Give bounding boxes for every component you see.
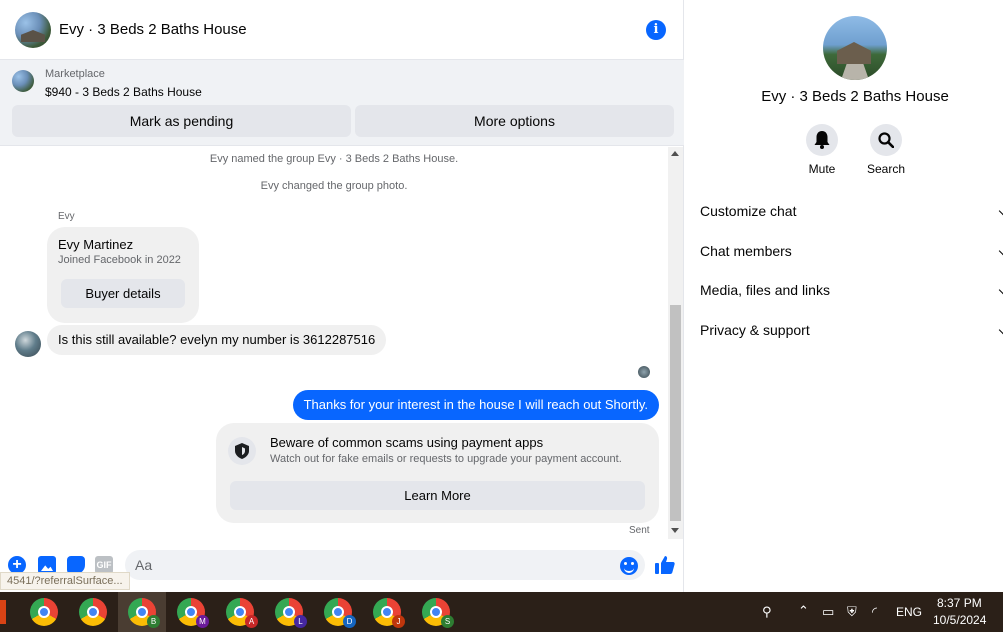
row-label: Customize chat: [700, 203, 797, 219]
system-message: Evy named the group Evy · 3 Beds 2 Baths…: [209, 153, 459, 165]
mute-button[interactable]: Mute: [792, 124, 852, 176]
search-label: Search: [866, 162, 906, 176]
media-files-links-row[interactable]: Media, files and links: [700, 278, 1003, 302]
chrome-profile-icon[interactable]: B: [128, 598, 160, 628]
profile-name: Evy Martinez: [58, 237, 134, 252]
chat-info-pane: Evy · 3 Beds 2 Baths House Mute Search C…: [685, 0, 1003, 592]
listing-thumbnail[interactable]: [12, 70, 34, 92]
chrome-icon[interactable]: [30, 598, 58, 626]
mute-label: Mute: [808, 162, 836, 176]
listing-title[interactable]: $940 - 3 Beds 2 Baths House: [45, 85, 202, 99]
search-icon: [870, 124, 902, 156]
status-url-hint: 4541/?referralSurface...: [0, 572, 130, 590]
profile-badge: L: [294, 615, 307, 628]
more-options-button[interactable]: More options: [355, 105, 674, 137]
chrome-profile-icon[interactable]: M: [177, 598, 209, 628]
info-icon[interactable]: i: [646, 20, 666, 40]
profile-badge: A: [245, 615, 258, 628]
chat-members-row[interactable]: Chat members: [700, 239, 1003, 263]
chat-pane: Evy · 3 Beds 2 Baths House i Marketplace…: [0, 0, 684, 592]
incoming-message[interactable]: Is this still available? evelyn my numbe…: [47, 325, 387, 355]
row-label: Privacy & support: [700, 322, 810, 338]
profile-badge: M: [196, 615, 209, 628]
message-input[interactable]: [125, 550, 645, 580]
sender-avatar[interactable]: [15, 331, 41, 357]
people-icon[interactable]: ⚲: [762, 604, 772, 620]
search-button[interactable]: Search: [856, 124, 916, 176]
seen-avatar: [638, 366, 650, 378]
mark-as-pending-button[interactable]: Mark as pending: [12, 105, 351, 137]
bell-icon: [806, 124, 838, 156]
learn-more-button[interactable]: Learn More: [230, 481, 645, 510]
outgoing-message[interactable]: Thanks for your interest in the house I …: [292, 390, 659, 420]
profile-badge: J: [392, 615, 405, 628]
language-indicator[interactable]: ENG: [896, 605, 922, 619]
marketplace-listing-bar: Marketplace $940 - 3 Beds 2 Baths House …: [0, 60, 684, 146]
privacy-support-row[interactable]: Privacy & support: [700, 318, 1003, 342]
buyer-details-button[interactable]: Buyer details: [61, 279, 185, 308]
chrome-profile-icon[interactable]: [79, 598, 107, 626]
thumbs-up-icon[interactable]: [655, 555, 675, 575]
chevron-down-icon: [998, 325, 1003, 335]
scam-warning-text: Watch out for fake emails or requests to…: [270, 453, 622, 465]
customize-chat-row[interactable]: Customize chat: [700, 199, 1003, 223]
scam-warning-title: Beware of common scams using payment app…: [270, 435, 544, 450]
group-photo[interactable]: [823, 16, 887, 80]
chevron-down-icon: [998, 246, 1003, 256]
clock-time[interactable]: 8:37 PM: [937, 596, 982, 610]
chrome-profile-icon[interactable]: L: [275, 598, 307, 628]
scroll-thumb[interactable]: [670, 305, 681, 521]
scroll-up-arrow-icon[interactable]: [671, 151, 679, 156]
chrome-profile-icon[interactable]: D: [324, 598, 356, 628]
windows-taskbar: B M A L D J S ⚲ ⌃ ▭ ⛨ ◜ ENG 8:37 PM 10/5…: [0, 592, 1003, 632]
profile-joined: Joined Facebook in 2022: [58, 254, 181, 266]
scam-warning-card: Beware of common scams using payment app…: [216, 423, 659, 523]
clock-date[interactable]: 10/5/2024: [933, 613, 986, 627]
chrome-profile-icon[interactable]: J: [373, 598, 405, 628]
chevron-up-icon[interactable]: ⌃: [798, 603, 809, 619]
message-list: Evy named the group Evy · 3 Beds 2 Baths…: [0, 147, 668, 539]
chat-title[interactable]: Evy · 3 Beds 2 Baths House: [59, 21, 247, 38]
messenger-app: Evy · 3 Beds 2 Baths House i Marketplace…: [0, 0, 1003, 592]
profile-badge: D: [343, 615, 356, 628]
profile-card: Evy Martinez Joined Facebook in 2022 Buy…: [47, 227, 199, 323]
profile-badge: S: [441, 615, 454, 628]
chat-header: Evy · 3 Beds 2 Baths House i: [0, 0, 684, 60]
security-shield-icon[interactable]: ⛨: [847, 604, 857, 620]
chevron-down-icon: [998, 285, 1003, 295]
battery-icon[interactable]: ▭: [822, 604, 834, 620]
partial-app-icon[interactable]: [0, 600, 6, 624]
sender-label: Evy: [58, 211, 75, 222]
shield-icon: [228, 437, 256, 465]
group-name: Evy · 3 Beds 2 Baths House: [761, 88, 949, 105]
emoji-icon[interactable]: [620, 557, 638, 575]
wifi-icon[interactable]: ◜: [872, 604, 877, 620]
message-scrollbar[interactable]: [668, 147, 683, 539]
listing-kicker: Marketplace: [45, 68, 105, 80]
message-status: Sent: [629, 525, 650, 536]
chevron-down-icon: [998, 206, 1003, 216]
system-message: Evy changed the group photo.: [260, 180, 408, 192]
group-avatar[interactable]: [15, 12, 51, 48]
row-label: Media, files and links: [700, 282, 830, 298]
profile-badge: B: [147, 615, 160, 628]
row-label: Chat members: [700, 243, 792, 259]
scroll-down-arrow-icon[interactable]: [671, 528, 679, 533]
chrome-profile-icon[interactable]: A: [226, 598, 258, 628]
chrome-profile-icon[interactable]: S: [422, 598, 454, 628]
